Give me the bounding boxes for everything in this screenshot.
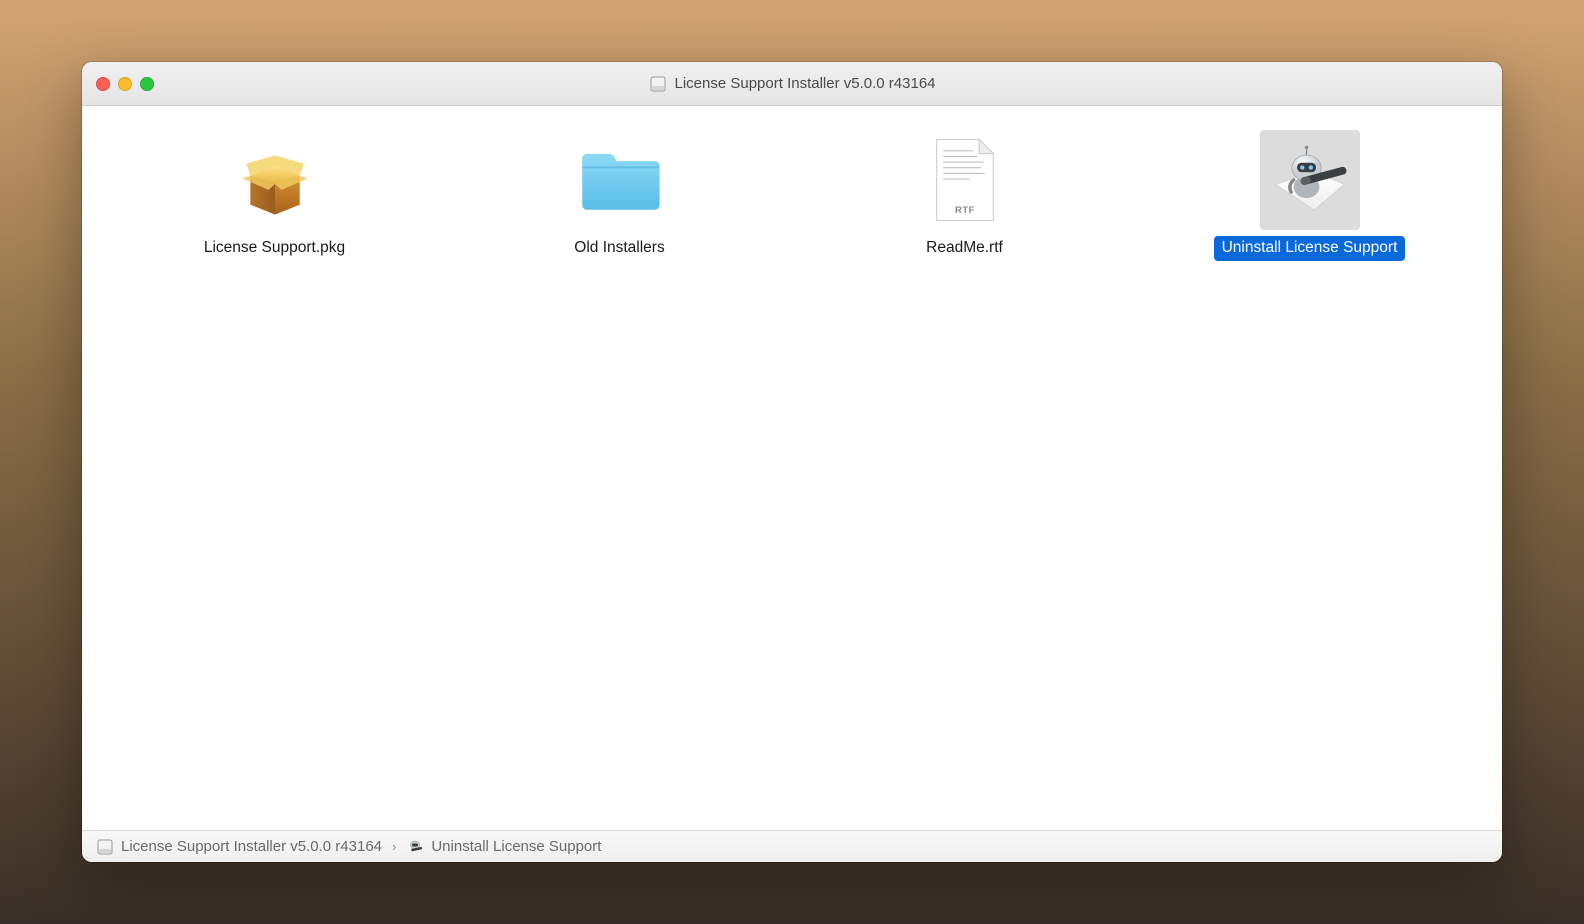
traffic-lights [96,77,154,91]
titlebar[interactable]: License Support Installer v5.0.0 r43164 [82,62,1502,106]
minimize-button[interactable] [118,77,132,91]
path-label: License Support Installer v5.0.0 r43164 [121,838,382,855]
file-icon-view[interactable]: License Support.pkg Old Installers [82,106,1502,830]
chevron-right-icon: › [392,839,396,854]
file-item-license-support-pkg[interactable]: License Support.pkg [122,130,427,261]
disk-icon [96,838,114,856]
finder-window: License Support Installer v5.0.0 r43164 [82,62,1502,862]
file-label: Old Installers [566,236,672,261]
file-item-uninstall-license-support[interactable]: Uninstall License Support [1157,130,1462,261]
file-label: ReadMe.rtf [918,236,1011,261]
close-button[interactable] [96,77,110,91]
folder-icon [570,130,670,230]
window-title-group: License Support Installer v5.0.0 r43164 [649,75,936,93]
disk-icon [649,75,667,93]
file-item-old-installers[interactable]: Old Installers [467,130,772,261]
file-label: License Support.pkg [196,236,353,261]
automator-icon [1260,130,1360,230]
rtf-icon: RTF [915,130,1015,230]
path-bar: License Support Installer v5.0.0 r43164 … [82,830,1502,862]
package-icon [225,130,325,230]
automator-small-icon [406,838,424,856]
window-title: License Support Installer v5.0.0 r43164 [675,75,936,92]
file-label: Uninstall License Support [1214,236,1406,261]
path-segment-selected[interactable]: Uninstall License Support [406,838,601,856]
file-item-readme-rtf[interactable]: RTF ReadMe.rtf [812,130,1117,261]
path-label: Uninstall License Support [431,838,601,855]
svg-text:RTF: RTF [955,204,975,215]
fullscreen-button[interactable] [140,77,154,91]
path-segment-root[interactable]: License Support Installer v5.0.0 r43164 [96,838,382,856]
